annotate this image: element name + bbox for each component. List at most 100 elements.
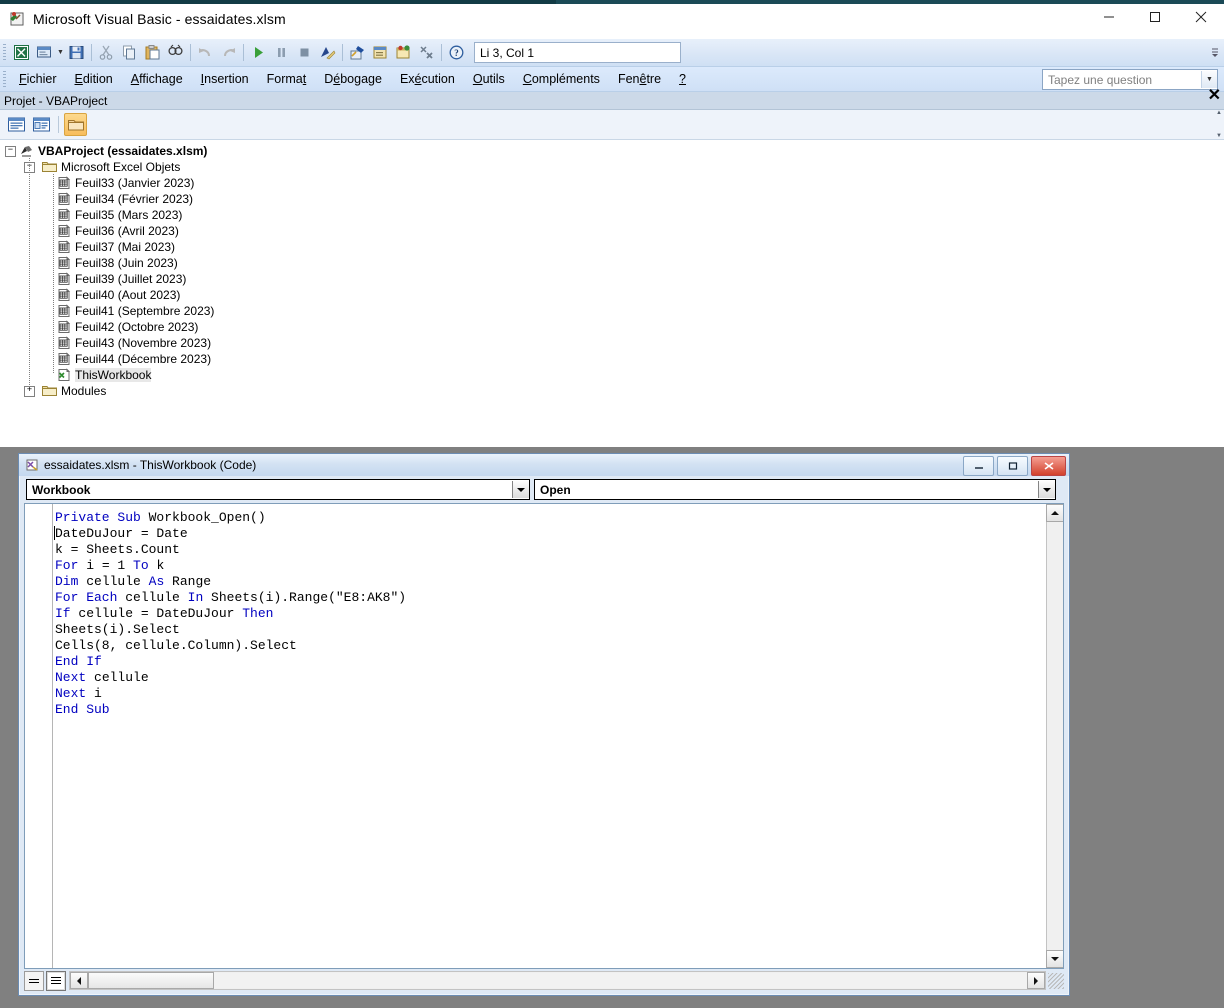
object-browser-icon[interactable]: [392, 42, 415, 64]
save-icon[interactable]: [65, 42, 88, 64]
menu-aide[interactable]: ?: [670, 68, 695, 90]
worksheet-icon: [56, 192, 71, 206]
ask-a-question-box[interactable]: Tapez une question ▼: [1042, 69, 1218, 90]
tree-item-sheet[interactable]: Feuil34 (Février 2023): [0, 191, 1224, 207]
chevron-down-icon[interactable]: ▼: [1201, 71, 1217, 88]
scroll-left-button[interactable]: [70, 972, 88, 989]
menu-debogage[interactable]: Débogage: [315, 68, 391, 90]
design-mode-icon[interactable]: [316, 42, 339, 64]
find-icon[interactable]: [164, 42, 187, 64]
scroll-up-button[interactable]: [1046, 504, 1063, 522]
tree-label: Feuil39 (Juillet 2023): [75, 272, 187, 286]
tree-item-sheet[interactable]: Feuil38 (Juin 2023): [0, 255, 1224, 271]
tree-label: Feuil41 (Septembre 2023): [75, 304, 215, 318]
menu-complements[interactable]: Compléments: [514, 68, 609, 90]
maximize-button[interactable]: [1132, 0, 1178, 34]
ask-a-question-input[interactable]: Tapez une question: [1043, 73, 1201, 87]
reset-icon[interactable]: [293, 42, 316, 64]
tree-item-excel-objects[interactable]: − Microsoft Excel Objets: [0, 159, 1224, 175]
tree-label: Modules: [61, 384, 107, 398]
position-indicator: Li 3, Col 1: [474, 42, 681, 63]
tree-item-vbaproject[interactable]: − VBAProject (essaidates.xlsm): [0, 143, 1224, 159]
tree-label: Feuil40 (Aout 2023): [75, 288, 181, 302]
redo-icon[interactable]: [217, 42, 240, 64]
tree-item-sheet[interactable]: Feuil40 (Aout 2023): [0, 287, 1224, 303]
tree-item-sheet[interactable]: Feuil43 (Novembre 2023): [0, 335, 1224, 351]
tree-item-sheet[interactable]: Feuil35 (Mars 2023): [0, 207, 1224, 223]
insert-userform-icon[interactable]: [33, 42, 56, 64]
code-vertical-scrollbar[interactable]: [1046, 504, 1063, 968]
procedure-combo[interactable]: Open: [534, 479, 1056, 500]
tree-label: Feuil34 (Février 2023): [75, 192, 194, 206]
code-window-close-button[interactable]: [1031, 456, 1066, 476]
menubar-grip[interactable]: [3, 70, 6, 88]
arrow-down-icon[interactable]: ▼: [1216, 133, 1222, 139]
toolbar-grip[interactable]: [3, 44, 6, 61]
minimize-button[interactable]: [1086, 0, 1132, 34]
chevron-down-icon[interactable]: [512, 481, 529, 498]
code-horizontal-scrollbar[interactable]: [69, 971, 1046, 990]
run-icon[interactable]: [247, 42, 270, 64]
project-explorer-icon[interactable]: [346, 42, 369, 64]
code-window-minimize-button[interactable]: [963, 456, 994, 476]
close-button[interactable]: [1178, 0, 1224, 34]
menu-outils[interactable]: Outils: [464, 68, 514, 90]
tree-item-sheet[interactable]: Feuil36 (Avril 2023): [0, 223, 1224, 239]
code-window-titlebar[interactable]: essaidates.xlsm - ThisWorkbook (Code): [19, 454, 1069, 476]
menu-insertion[interactable]: Insertion: [192, 68, 258, 90]
tree-item-sheet[interactable]: Feuil37 (Mai 2023): [0, 239, 1224, 255]
tree-item-sheet[interactable]: Feuil39 (Juillet 2023): [0, 271, 1224, 287]
undo-icon[interactable]: [194, 42, 217, 64]
toolbar-overflow-button[interactable]: [1210, 42, 1220, 62]
scroll-down-button[interactable]: [1046, 950, 1063, 968]
code-module-icon: [25, 458, 39, 472]
hscroll-track[interactable]: [214, 973, 1027, 988]
copy-icon[interactable]: [118, 42, 141, 64]
menu-fenetre[interactable]: Fenêtre: [609, 68, 670, 90]
code-editor-body: Private Sub Workbook_Open() DateDuJour = …: [24, 503, 1064, 969]
tree-item-thisworkbook[interactable]: ThisWorkbook: [0, 367, 1224, 383]
code-window-restore-button[interactable]: [997, 456, 1028, 476]
toolbox-icon[interactable]: [415, 42, 438, 64]
arrow-up-icon[interactable]: ▲: [1216, 110, 1222, 116]
tree-item-sheet[interactable]: Feuil33 (Janvier 2023): [0, 175, 1224, 191]
scroll-right-button[interactable]: [1027, 972, 1045, 989]
project-panel-title: Projet - VBAProject: [4, 93, 108, 108]
paste-icon[interactable]: [141, 42, 164, 64]
procedure-view-button[interactable]: [24, 970, 44, 991]
cut-icon[interactable]: [95, 42, 118, 64]
break-icon[interactable]: [270, 42, 293, 64]
tree-item-sheet[interactable]: Feuil41 (Septembre 2023): [0, 303, 1224, 319]
toolbar-separator: [58, 116, 59, 133]
toggle-folders-button[interactable]: [64, 113, 87, 136]
resize-grip[interactable]: [1048, 972, 1064, 989]
chevron-down-icon[interactable]: ▼: [56, 42, 65, 64]
view-excel-icon[interactable]: [10, 42, 33, 64]
object-combo[interactable]: Workbook: [26, 479, 530, 500]
tree-item-sheet[interactable]: Feuil42 (Octobre 2023): [0, 319, 1224, 335]
menu-fichier[interactable]: Fichier: [10, 68, 66, 90]
code-line: Cells(8, cellule.Column).Select: [55, 638, 297, 653]
full-module-view-button[interactable]: [46, 970, 66, 991]
code-text-area[interactable]: Private Sub Workbook_Open() DateDuJour = …: [53, 504, 1046, 968]
menu-format[interactable]: Format: [258, 68, 316, 90]
properties-window-icon[interactable]: [369, 42, 392, 64]
tree-item-modules[interactable]: + Modules: [0, 383, 1224, 399]
code-margin-indicator-bar[interactable]: [25, 504, 53, 968]
menu-affichage[interactable]: Affichage: [122, 68, 192, 90]
title-accent-strip-left: [0, 0, 556, 4]
hscroll-thumb[interactable]: [88, 972, 214, 989]
view-code-button[interactable]: [6, 114, 27, 135]
help-icon[interactable]: ?: [445, 42, 468, 64]
toolbar-separator: [243, 44, 244, 61]
code-line: Private Sub Workbook_Open(): [55, 510, 266, 525]
menu-execution[interactable]: Exécution: [391, 68, 464, 90]
worksheet-icon: [56, 256, 71, 270]
view-object-button[interactable]: [31, 114, 52, 135]
tree-item-sheet[interactable]: Feuil44 (Décembre 2023): [0, 351, 1224, 367]
menu-edition[interactable]: Edition: [66, 68, 122, 90]
expander-icon[interactable]: −: [5, 145, 16, 157]
chevron-down-icon[interactable]: [1038, 481, 1055, 498]
project-panel-scroll-arrows[interactable]: ▲ ▼: [1214, 110, 1224, 139]
close-icon[interactable]: ✕: [1208, 88, 1221, 104]
